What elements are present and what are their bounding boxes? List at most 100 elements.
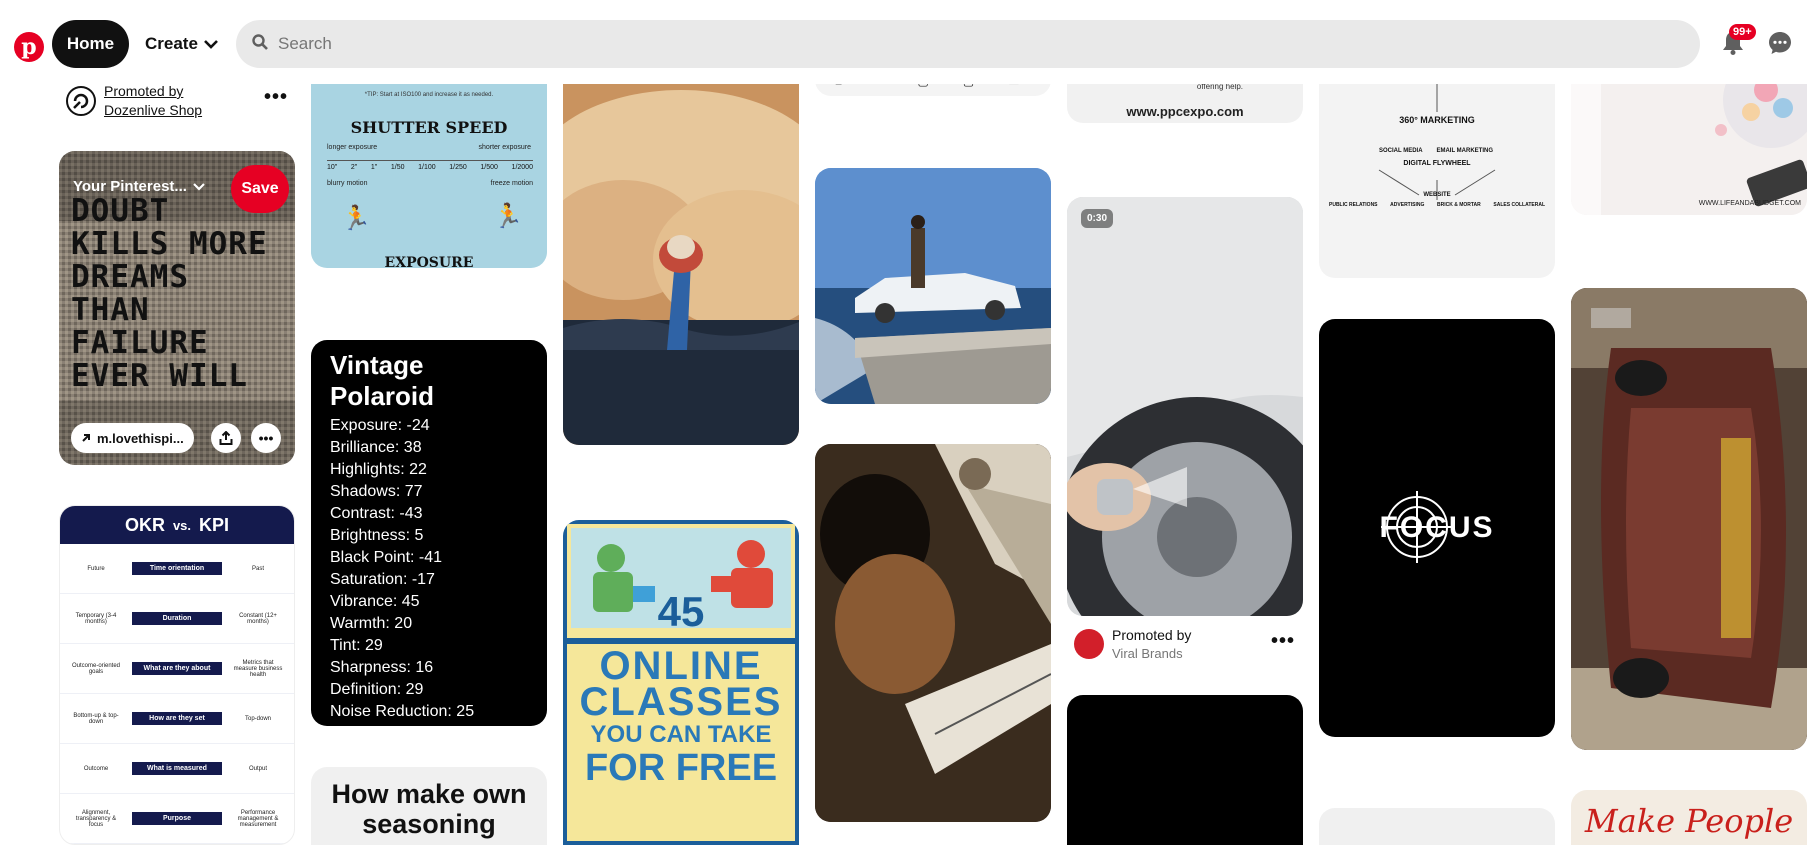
link-label: m.lovethispi... xyxy=(97,430,184,446)
car-spray-video-frame xyxy=(1067,197,1303,616)
pin-skull-sea-art[interactable] xyxy=(563,60,799,445)
polaroid-setting-line: Shadows: 77 xyxy=(330,483,423,500)
more-options-button[interactable]: ••• xyxy=(251,423,281,453)
classes-line-2: CLASSES xyxy=(579,680,783,724)
arrow-up-right-icon xyxy=(81,431,91,446)
okr-row-left: Outcome xyxy=(83,765,109,772)
shutter-title: SHUTTER SPEED xyxy=(350,118,508,137)
advertiser-name[interactable]: Dozenlive Shop xyxy=(104,101,202,120)
polaroid-setting-line: Brilliance: 38 xyxy=(330,439,422,456)
marketing-right-top: EMAIL MARKETING xyxy=(1436,148,1493,154)
pin-360-marketing[interactable]: 360° MARKETING SOCIAL MEDIA EMAIL MARKET… xyxy=(1319,60,1555,278)
okr-row-left: Alignment, transparency & focus xyxy=(75,809,117,828)
shutter-speed-value: 10" xyxy=(327,164,338,171)
marketing-bottom: WEBSITE xyxy=(1423,192,1451,198)
okr-row-label: How are they set xyxy=(132,712,222,725)
save-button[interactable]: Save xyxy=(231,165,289,213)
pin-make-people[interactable]: Make People xyxy=(1571,790,1807,845)
shutter-speed-value: 2" xyxy=(350,164,358,171)
more-options-button[interactable]: ••• xyxy=(264,86,288,109)
focus-text: FOCUS xyxy=(1379,511,1495,544)
search-bar[interactable] xyxy=(236,20,1700,68)
marketing-left-top: SOCIAL MEDIA xyxy=(1379,148,1423,154)
pin-doubt-quote[interactable]: DOUBT KILLS MORE DREAMS THAN FAILURE EVE… xyxy=(59,151,295,465)
share-icon xyxy=(219,431,233,445)
search-icon xyxy=(252,33,268,55)
share-button[interactable] xyxy=(211,423,241,453)
okr-row-right: Metrics that measure business health xyxy=(233,659,283,678)
pin-guitarist-photo[interactable] xyxy=(815,444,1051,822)
more-options-button[interactable]: ••• xyxy=(1271,630,1295,653)
okr-row-left: Bottom-up & top-down xyxy=(73,712,119,725)
video-duration-badge: 0:30 xyxy=(1081,209,1114,228)
classes-number: 45 xyxy=(657,588,705,635)
shutter-speed-value: 1/2000 xyxy=(511,164,533,171)
white-car-photo xyxy=(815,168,1051,404)
seasoning-title: How make own seasoning xyxy=(331,779,527,839)
shutter-speed-value: 1/100 xyxy=(418,164,436,171)
board-selector[interactable]: Your Pinterest... xyxy=(73,178,205,195)
pin-vintage-polaroid[interactable]: Vintage Polaroid Exposure: -24 Brilliance… xyxy=(311,340,547,726)
pin-shutter-speed[interactable]: *TIP: Start at ISO100 and increase it as… xyxy=(311,60,547,268)
advertiser-name[interactable]: Viral Brands xyxy=(1112,645,1191,663)
pin-white-car-pier[interactable] xyxy=(815,168,1051,404)
advertiser-avatar xyxy=(66,85,96,116)
marketing-center: DIGITAL FLYWHEEL xyxy=(1403,160,1471,167)
pin-link-button[interactable]: m.lovethispi... xyxy=(71,423,194,453)
promoted-label: Promoted by xyxy=(1112,627,1192,643)
board-label: Your Pinterest... xyxy=(73,178,187,195)
create-menu-button[interactable]: Create xyxy=(137,20,226,68)
pinterest-logo-icon[interactable]: p xyxy=(14,32,44,62)
polaroid-settings: Exposure: -24 Brilliance: 38 Highlights: 2… xyxy=(330,415,528,726)
chevron-down-icon xyxy=(204,36,218,52)
okr-row-left: Outcome-oriented goals xyxy=(71,662,121,675)
okr-row: Bottom-up & top-down How are they set Top-… xyxy=(60,694,294,744)
freeze-motion-label: freeze motion xyxy=(490,180,533,187)
top-nav: p Home Create 99+ xyxy=(0,0,1814,84)
quote-text: DOUBT KILLS MORE DREAMS THAN FAILURE EVE… xyxy=(71,193,268,394)
okr-row: Temporary (3-4 months) Duration Constant (… xyxy=(60,594,294,644)
shutter-speed-values: 10" 2" 1" 1/50 1/100 1/250 1/500 1/2000 xyxy=(327,164,533,171)
shutter-motion-labels: blurry motion freeze motion xyxy=(327,180,533,187)
pin-focus-logo[interactable]: FOCUS xyxy=(1319,319,1555,737)
classes-title: ONLINE CLASSES YOU CAN TAKE FOR FREE xyxy=(563,644,799,787)
classes-line-1: ONLINE xyxy=(599,644,763,688)
search-input[interactable] xyxy=(278,34,1658,54)
chevron-down-icon xyxy=(193,178,205,195)
okr-title-vs: vs. xyxy=(172,517,192,533)
make-people-text: Make People xyxy=(1584,802,1794,840)
notification-count-badge: 99+ xyxy=(1729,24,1756,40)
home-button[interactable]: Home xyxy=(52,20,129,68)
running-figure-icon: 🏃 xyxy=(341,205,371,232)
promoted-by-dozenlive[interactable]: Promoted by Dozenlive Shop xyxy=(66,82,202,120)
polaroid-setting-line: Brightness: 5 xyxy=(330,527,424,544)
polaroid-setting-line: Vignette: -51 xyxy=(330,723,528,726)
pin-online-classes[interactable]: 45 ONLINE CLASSES YOU CAN TAKE FOR FREE xyxy=(563,520,799,845)
pin-black-video[interactable] xyxy=(1067,695,1303,845)
pin-partial-gray[interactable] xyxy=(1319,808,1555,845)
shutter-bottom-title: EXPOSURE xyxy=(384,255,474,268)
polaroid-setting-line: Vibrance: 45 xyxy=(330,593,420,610)
pin-vintage-porsche[interactable] xyxy=(1571,288,1807,750)
pin-okr-vs-kpi[interactable]: OKR vs. KPI Future Time orientation Past Te… xyxy=(59,505,295,845)
shutter-speed-value: 1" xyxy=(370,164,378,171)
messages-chat-icon[interactable] xyxy=(1765,28,1795,58)
marketing-column-label: BRICK & MORTAR xyxy=(1436,202,1481,208)
okr-row-right: Top-down xyxy=(244,715,271,722)
polaroid-setting-line: Tint: 29 xyxy=(330,637,383,654)
okr-title-right: KPI xyxy=(199,514,230,535)
running-figure-icon: 🏃 xyxy=(493,203,523,230)
okr-row-left: Temporary (3-4 months) xyxy=(75,612,117,625)
pin-car-spray-video[interactable]: 0:30 xyxy=(1067,197,1303,616)
longer-exposure-label: longer exposure xyxy=(327,144,378,151)
polaroid-setting-line: Definition: 29 xyxy=(330,681,424,698)
ppc-url: www.ppcexpo.com xyxy=(1126,104,1244,119)
marketing-column-label: ADVERTISING xyxy=(1390,202,1425,208)
polaroid-setting-line: Black Point: -41 xyxy=(330,549,443,566)
advertiser-avatar xyxy=(1074,629,1104,660)
pin-seasoning[interactable]: How make own seasoning xyxy=(311,767,547,845)
promoted-by-viral-brands[interactable]: Promoted by Viral Brands xyxy=(1074,626,1191,662)
create-label: Create xyxy=(145,34,198,53)
okr-row-right: Past xyxy=(251,565,264,572)
okr-row-label: What are they about xyxy=(132,662,222,675)
